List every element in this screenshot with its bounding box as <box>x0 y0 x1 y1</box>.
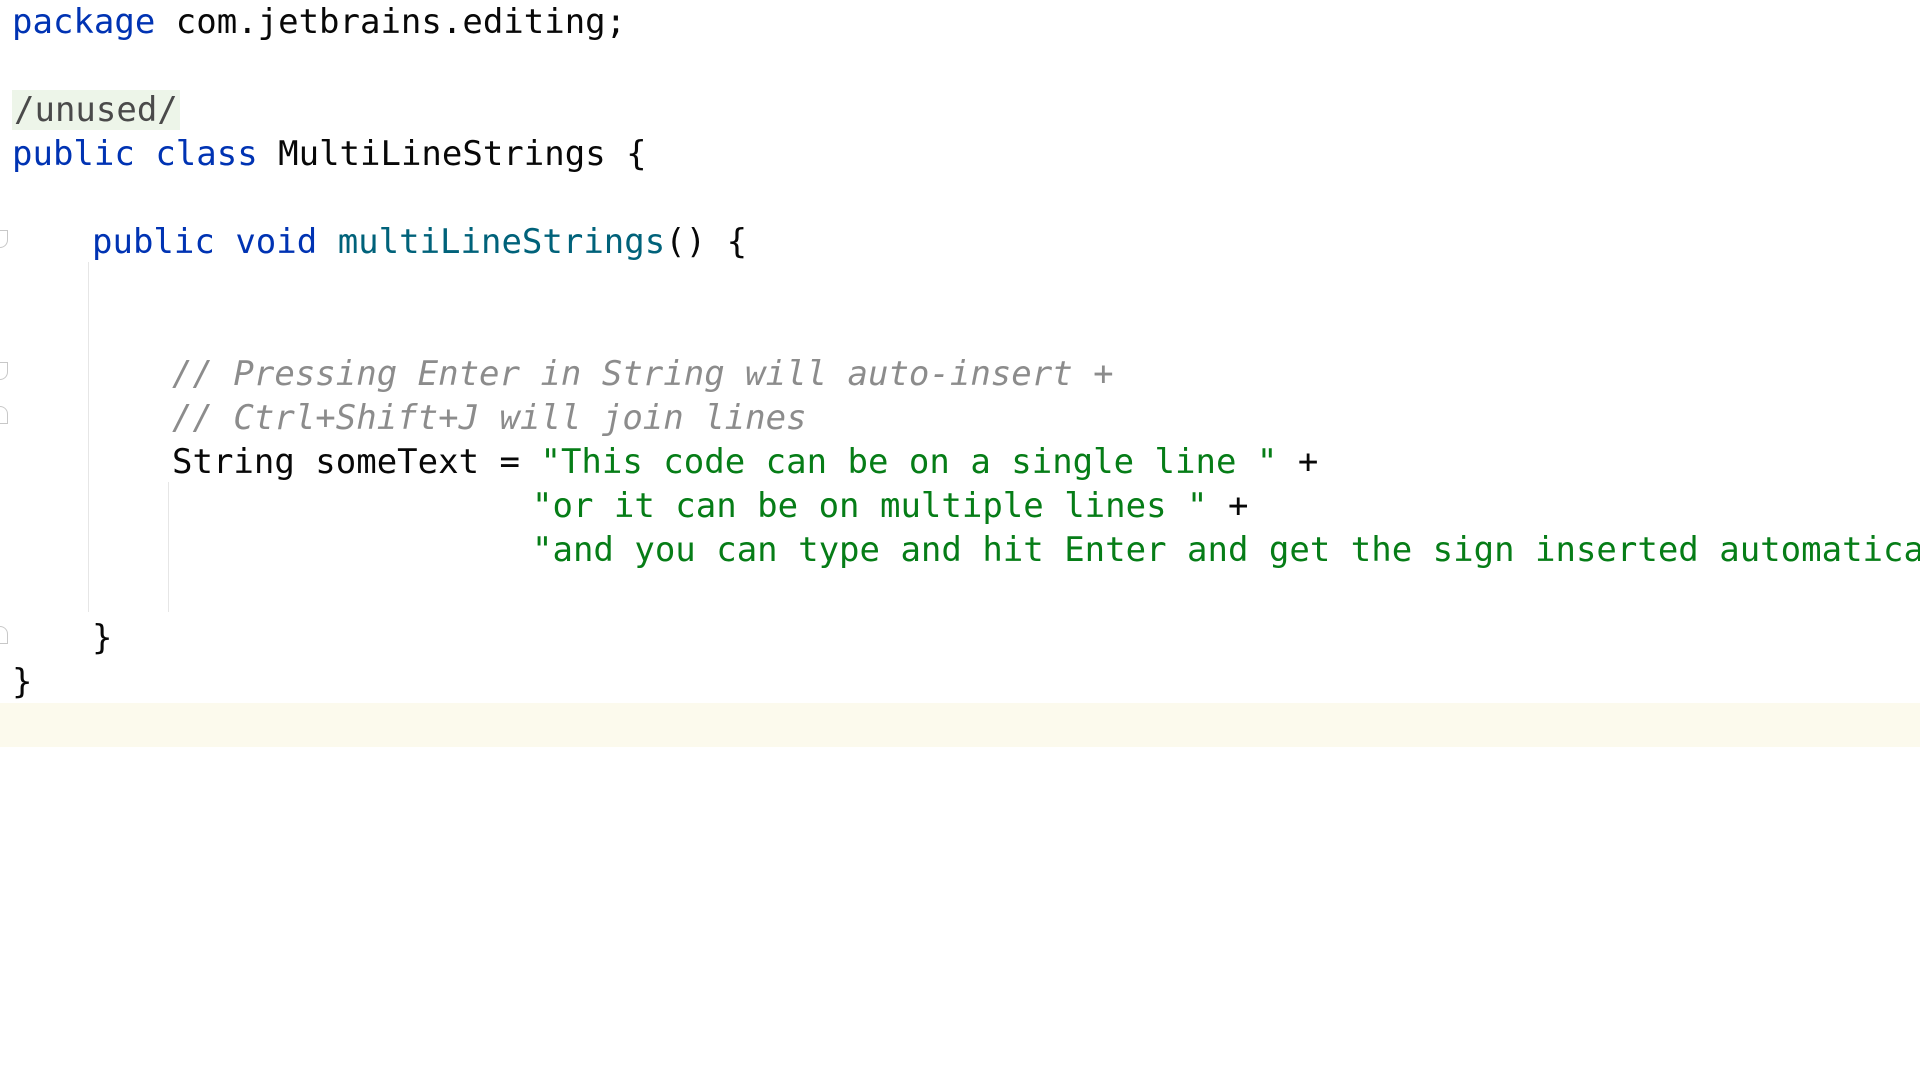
string-literal: "and you can type and hit Enter and get … <box>532 530 1920 570</box>
code-line-12: "or it can be on multiple lines " + <box>0 484 1920 528</box>
code-line-4: public class MultiLineStrings { <box>0 132 1920 176</box>
keyword: package <box>12 2 156 42</box>
comment: // Ctrl+Shift+J will join lines <box>172 398 807 438</box>
code-line-3: /unused/ <box>0 88 1920 132</box>
variable-declaration: String someText = <box>172 442 541 482</box>
code-editor[interactable]: package com.jetbrains.editing; /unused/ … <box>0 0 1920 1080</box>
closing-brace: } <box>92 618 113 658</box>
keyword: void <box>235 222 318 262</box>
method-name: multiLineStrings <box>337 222 666 262</box>
code-line-16: } <box>0 660 1920 704</box>
code-line-10: // Ctrl+Shift+J will join lines <box>0 396 1920 440</box>
code-line-13: "and you can type and hit Enter and get … <box>0 528 1920 572</box>
code-line-15: } <box>0 616 1920 660</box>
code-line-1: package com.jetbrains.editing; <box>0 0 1920 44</box>
keyword: public <box>92 222 215 262</box>
class-declaration: MultiLineStrings { <box>257 134 647 174</box>
package-name: com.jetbrains.editing; <box>155 2 627 42</box>
unused-annotation: /unused/ <box>12 90 180 130</box>
comment: // Pressing Enter in String will auto-in… <box>172 354 1114 394</box>
caret-line-highlight <box>0 703 1920 747</box>
string-literal: "or it can be on multiple lines " <box>532 486 1208 526</box>
code-line-6: public void multiLineStrings() { <box>0 220 1920 264</box>
keyword: public <box>12 134 135 174</box>
concat-operator: + <box>1277 442 1319 482</box>
method-params: () { <box>665 222 748 262</box>
closing-brace: } <box>12 662 33 702</box>
string-literal: "This code can be on a single line " <box>540 442 1278 482</box>
code-line-9: // Pressing Enter in String will auto-in… <box>0 352 1920 396</box>
code-line-11: String someText = "This code can be on a… <box>0 440 1920 484</box>
keyword: class <box>155 134 258 174</box>
concat-operator: + <box>1207 486 1249 526</box>
